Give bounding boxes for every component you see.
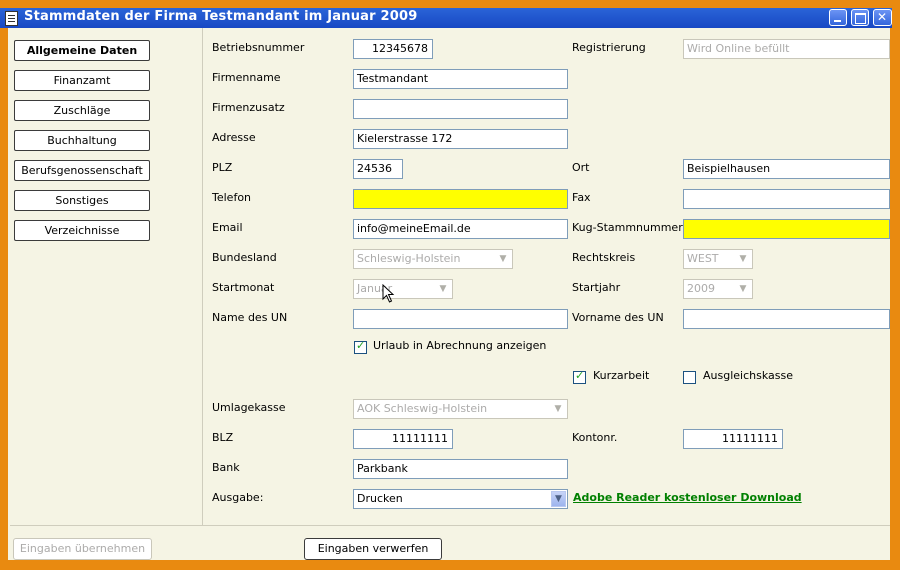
chevron-down-icon[interactable]: ▼ bbox=[551, 491, 566, 507]
kontonr-label: Kontonr. bbox=[572, 431, 618, 444]
firmenzusatz-label: Firmenzusatz bbox=[212, 101, 285, 114]
fax-label: Fax bbox=[572, 191, 591, 204]
umlagekasse-value: AOK Schleswig-Holstein bbox=[357, 402, 488, 415]
ausgabe-select[interactable]: Drucken ▼ bbox=[353, 489, 568, 509]
bundesland-label: Bundesland bbox=[212, 251, 277, 264]
checkmark-icon: ✓ bbox=[575, 369, 585, 382]
bundesland-value: Schleswig-Holstein bbox=[357, 252, 461, 265]
vorname-un-label: Vorname des UN bbox=[572, 311, 664, 324]
email-field[interactable]: info@meineEmail.de bbox=[353, 219, 568, 239]
nav-allgemeine-daten[interactable]: Allgemeine Daten bbox=[14, 40, 150, 61]
nav-berufsgenossenschaft[interactable]: Berufsgenossenschaft bbox=[14, 160, 150, 181]
startjahr-select[interactable]: 2009 ▼ bbox=[683, 279, 753, 299]
chevron-down-icon[interactable]: ▼ bbox=[496, 252, 510, 266]
ort-label: Ort bbox=[572, 161, 590, 174]
vorname-un-field[interactable] bbox=[683, 309, 890, 329]
betriebsnummer-field[interactable]: 12345678 bbox=[353, 39, 433, 59]
mouse-pointer-icon bbox=[382, 284, 395, 303]
kurzarbeit-label: Kurzarbeit bbox=[593, 369, 650, 382]
plz-label: PLZ bbox=[212, 161, 233, 174]
startmonat-select[interactable]: Januar ▼ bbox=[353, 279, 453, 299]
chevron-down-icon[interactable]: ▼ bbox=[736, 282, 750, 296]
rechtskreis-value: WEST bbox=[687, 252, 719, 265]
plz-field[interactable]: 24536 bbox=[353, 159, 403, 179]
nav-sonstiges[interactable]: Sonstiges bbox=[14, 190, 150, 211]
urlaub-label: Urlaub in Abrechnung anzeigen bbox=[373, 339, 547, 352]
bank-field[interactable]: Parkbank bbox=[353, 459, 568, 479]
adresse-field[interactable]: Kielerstrasse 172 bbox=[353, 129, 568, 149]
email-label: Email bbox=[212, 221, 243, 234]
kug-stammnummer-label: Kug-Stammnummer bbox=[572, 221, 683, 234]
ausgabe-value: Drucken bbox=[357, 492, 403, 505]
vertical-divider bbox=[202, 28, 203, 525]
registrierung-label: Registrierung bbox=[572, 41, 646, 54]
firmenzusatz-field[interactable] bbox=[353, 99, 568, 119]
bank-label: Bank bbox=[212, 461, 240, 474]
footer-divider bbox=[10, 525, 890, 526]
betriebsnummer-label: Betriebsnummer bbox=[212, 41, 305, 54]
chevron-down-icon[interactable]: ▼ bbox=[736, 252, 750, 266]
ort-field[interactable]: Beispielhausen bbox=[683, 159, 890, 179]
nav-zuschlaege[interactable]: Zuschläge bbox=[14, 100, 150, 121]
kontonr-field[interactable]: 11111111 bbox=[683, 429, 783, 449]
window-title: Stammdaten der Firma Testmandant im Janu… bbox=[24, 9, 418, 24]
checkmark-icon: ✓ bbox=[356, 339, 366, 352]
rechtskreis-select[interactable]: WEST ▼ bbox=[683, 249, 753, 269]
firmenname-field[interactable]: Testmandant bbox=[353, 69, 568, 89]
umlagekasse-label: Umlagekasse bbox=[212, 401, 286, 414]
discard-button[interactable]: Eingaben verwerfen bbox=[304, 538, 442, 560]
apply-button[interactable]: Eingaben übernehmen bbox=[13, 538, 152, 560]
urlaub-checkbox[interactable]: ✓ bbox=[354, 339, 367, 354]
umlagekasse-select[interactable]: AOK Schleswig-Holstein ▼ bbox=[353, 399, 568, 419]
registrierung-field[interactable]: Wird Online befüllt bbox=[683, 39, 890, 59]
startjahr-label: Startjahr bbox=[572, 281, 621, 294]
maximize-button[interactable] bbox=[851, 9, 869, 26]
close-button[interactable] bbox=[873, 9, 892, 26]
kug-stammnummer-field[interactable] bbox=[683, 219, 890, 239]
blz-label: BLZ bbox=[212, 431, 234, 444]
bundesland-select[interactable]: Schleswig-Holstein ▼ bbox=[353, 249, 513, 269]
telefon-label: Telefon bbox=[212, 191, 252, 204]
nav-verzeichnisse[interactable]: Verzeichnisse bbox=[14, 220, 150, 241]
chevron-down-icon[interactable]: ▼ bbox=[551, 402, 565, 416]
client-area: Allgemeine Daten Finanzamt Zuschläge Buc… bbox=[8, 28, 890, 560]
adresse-label: Adresse bbox=[212, 131, 256, 144]
ausgleichskasse-label: Ausgleichskasse bbox=[703, 369, 793, 382]
startjahr-value: 2009 bbox=[687, 282, 715, 295]
telefon-field[interactable] bbox=[353, 189, 568, 209]
ausgabe-label: Ausgabe: bbox=[212, 491, 264, 504]
chevron-down-icon[interactable]: ▼ bbox=[436, 282, 450, 296]
title-bar[interactable]: Stammdaten der Firma Testmandant im Janu… bbox=[0, 8, 892, 28]
rechtskreis-label: Rechtskreis bbox=[572, 251, 636, 264]
nav-buchhaltung[interactable]: Buchhaltung bbox=[14, 130, 150, 151]
adobe-reader-download-link[interactable]: Adobe Reader kostenloser Download bbox=[573, 491, 802, 504]
minimize-button[interactable] bbox=[829, 9, 847, 26]
startmonat-label: Startmonat bbox=[212, 281, 275, 294]
name-un-label: Name des UN bbox=[212, 311, 288, 324]
fax-field[interactable] bbox=[683, 189, 890, 209]
kurzarbeit-checkbox[interactable]: ✓ bbox=[573, 369, 586, 384]
nav-finanzamt[interactable]: Finanzamt bbox=[14, 70, 150, 91]
firmenname-label: Firmenname bbox=[212, 71, 281, 84]
blz-field[interactable]: 11111111 bbox=[353, 429, 453, 449]
ausgleichskasse-checkbox[interactable] bbox=[683, 371, 696, 384]
name-un-field[interactable] bbox=[353, 309, 568, 329]
app-menu-icon[interactable] bbox=[5, 11, 18, 26]
